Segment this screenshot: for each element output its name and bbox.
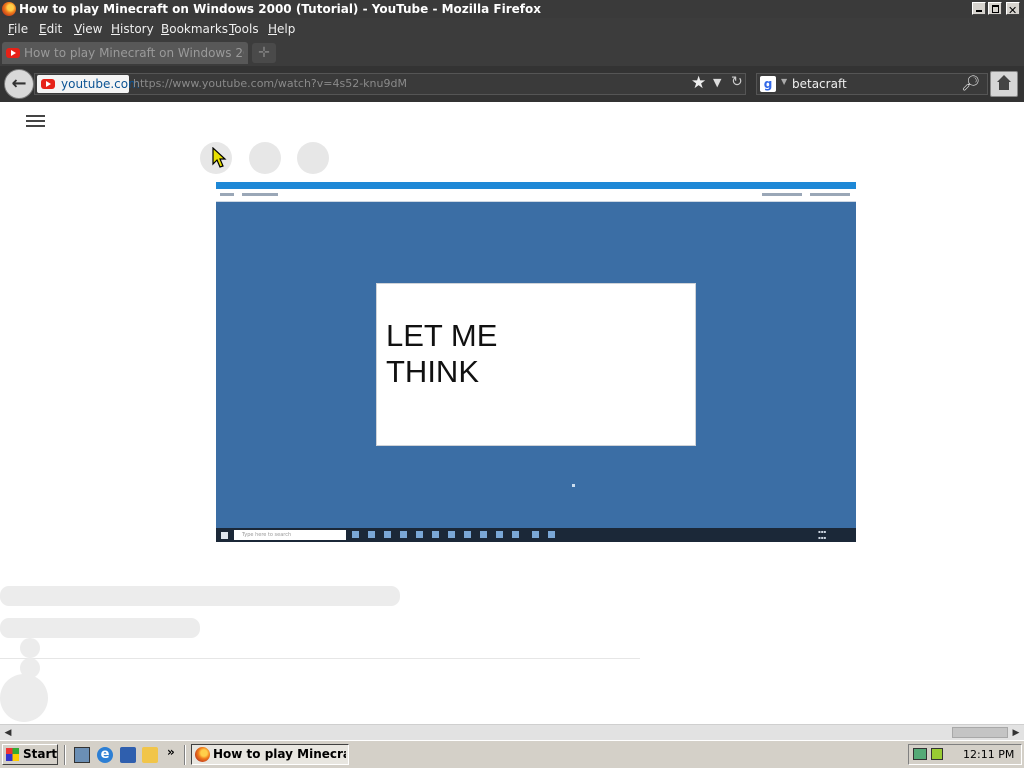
engine-caret-icon[interactable]: ▼ <box>781 77 787 86</box>
video-taskbar: Type here to search ▪▪▪ ▪▪▪ <box>216 528 856 542</box>
magnifier-icon[interactable]: 🔎︎ <box>961 74 980 92</box>
url-text[interactable]: https://www.youtube.com/watch?v=4s52-knu… <box>133 77 407 90</box>
window-title-bar[interactable]: How to play Minecraft on Windows 2000 (T… <box>0 0 1024 18</box>
placeholder-circle <box>249 142 281 174</box>
placeholder-circle <box>297 142 329 174</box>
video-player[interactable]: LET ME THINK Type here to search ▪▪▪ ▪▪▪ <box>216 182 856 542</box>
video-taskbar-icon <box>532 531 539 538</box>
start-label: Start <box>23 747 58 761</box>
scroll-left-arrow-icon[interactable]: ◀ <box>1 726 15 740</box>
close-button[interactable]: ✕ <box>1006 2 1020 17</box>
bookmark-star-icon[interactable]: ★ <box>691 73 706 93</box>
video-card-text: LET ME THINK <box>386 318 498 389</box>
video-taskbar-icon <box>416 531 423 538</box>
video-taskbar-icon <box>368 531 375 538</box>
video-taskbar-icon <box>448 531 455 538</box>
security-icon[interactable] <box>931 748 943 760</box>
menu-bar: File Edit View History Bookmarks Tools H… <box>0 18 1024 40</box>
start-button[interactable]: Start <box>2 744 58 765</box>
windows-taskbar: Start e » How to play Minecraft ... 12:1… <box>0 740 1024 768</box>
menu-help[interactable]: Help <box>268 22 295 36</box>
video-taskbar-icon <box>480 531 487 538</box>
plus-icon: ✛ <box>258 45 270 61</box>
video-taskbar-icon <box>548 531 555 538</box>
loading-subtitle-placeholder <box>0 618 200 638</box>
firefox-icon <box>195 747 210 762</box>
new-tab-button[interactable]: ✛ <box>252 43 276 63</box>
horizontal-scrollbar[interactable]: ◀ ▶ <box>0 724 1024 740</box>
video-taskbar-icon <box>464 531 471 538</box>
video-taskbar-icon <box>400 531 407 538</box>
search-input[interactable]: betacraft <box>792 77 847 91</box>
firefox-icon <box>2 2 16 16</box>
quick-launch-more[interactable]: » <box>167 745 175 759</box>
video-taskbar-icon <box>352 531 359 538</box>
divider <box>0 658 640 659</box>
taskbar-separator <box>184 745 186 765</box>
window-title: How to play Minecraft on Windows 2000 (T… <box>19 2 541 16</box>
windows-start-icon <box>221 532 228 539</box>
menu-view[interactable]: View <box>74 22 102 36</box>
windows-logo-icon <box>6 748 19 761</box>
hamburger-menu-icon[interactable] <box>26 114 46 128</box>
menu-edit[interactable]: Edit <box>39 22 62 36</box>
search-bar[interactable]: g ▼ betacraft 🔎︎ <box>756 73 988 95</box>
loading-title-placeholder <box>0 586 400 606</box>
outlook-express-icon[interactable] <box>120 747 136 763</box>
internet-explorer-icon[interactable]: e <box>97 747 113 763</box>
video-text-card: LET ME THINK <box>376 283 696 446</box>
site-identity-button[interactable]: youtube.com <box>37 75 140 93</box>
back-button[interactable]: ← <box>4 69 34 99</box>
video-taskbar-icon <box>512 531 519 538</box>
tab-strip: How to play Minecraft on Windows 2000 (T… <box>0 40 1024 66</box>
navigation-toolbar: youtube.com https://www.youtube.com/watc… <box>0 66 1024 102</box>
address-bar[interactable]: youtube.com https://www.youtube.com/watc… <box>34 73 746 95</box>
video-taskbar-icon <box>496 531 503 538</box>
video-taskbar-icon <box>384 531 391 538</box>
video-window-titlebar <box>216 182 856 189</box>
avatar-placeholder <box>0 674 48 722</box>
taskbar-separator <box>64 745 66 765</box>
restore-button[interactable] <box>988 2 1002 15</box>
clock[interactable]: 12:11 PM <box>963 748 1014 761</box>
menu-tools[interactable]: Tools <box>229 22 259 36</box>
video-clock: ▪▪▪ ▪▪▪ <box>818 529 827 540</box>
reload-icon[interactable]: ↻ <box>731 74 743 90</box>
video-taskbar-icon <box>432 531 439 538</box>
menu-bookmarks[interactable]: Bookmarks <box>161 22 228 36</box>
youtube-icon <box>6 48 20 58</box>
youtube-icon <box>41 79 55 89</box>
loading-circle-placeholder <box>20 638 40 658</box>
tab-youtube-video[interactable]: How to play Minecraft on Windows 2000 (T… <box>2 42 248 64</box>
page-content: LET ME THINK Type here to search ▪▪▪ ▪▪▪ <box>0 102 1024 724</box>
network-icon[interactable] <box>913 748 927 760</box>
google-icon[interactable]: g <box>760 76 776 92</box>
menu-history[interactable]: History <box>111 22 154 36</box>
system-tray: 12:11 PM <box>908 744 1022 765</box>
video-search-box: Type here to search <box>234 530 346 540</box>
minimize-icon <box>976 10 982 12</box>
taskbar-button-firefox[interactable]: How to play Minecraft ... <box>191 744 349 765</box>
video-window-toolbar <box>216 189 856 202</box>
tab-label: How to play Minecraft on Windows 2000 (T… <box>24 46 244 60</box>
video-cursor-dot <box>572 484 575 487</box>
restore-icon <box>992 5 999 13</box>
history-dropdown-icon[interactable]: ▼ <box>713 76 721 89</box>
minimize-button[interactable] <box>972 2 986 15</box>
scrollbar-thumb[interactable] <box>952 727 1008 738</box>
home-button[interactable] <box>990 71 1018 97</box>
show-desktop-icon[interactable] <box>74 747 90 763</box>
scroll-right-arrow-icon[interactable]: ▶ <box>1009 726 1023 740</box>
menu-file[interactable]: File <box>8 22 28 36</box>
taskbar-button-label: How to play Minecraft ... <box>213 747 346 761</box>
site-host: youtube.com <box>61 77 140 91</box>
windows-explorer-icon[interactable] <box>142 747 158 763</box>
back-arrow-icon: ← <box>11 73 27 94</box>
